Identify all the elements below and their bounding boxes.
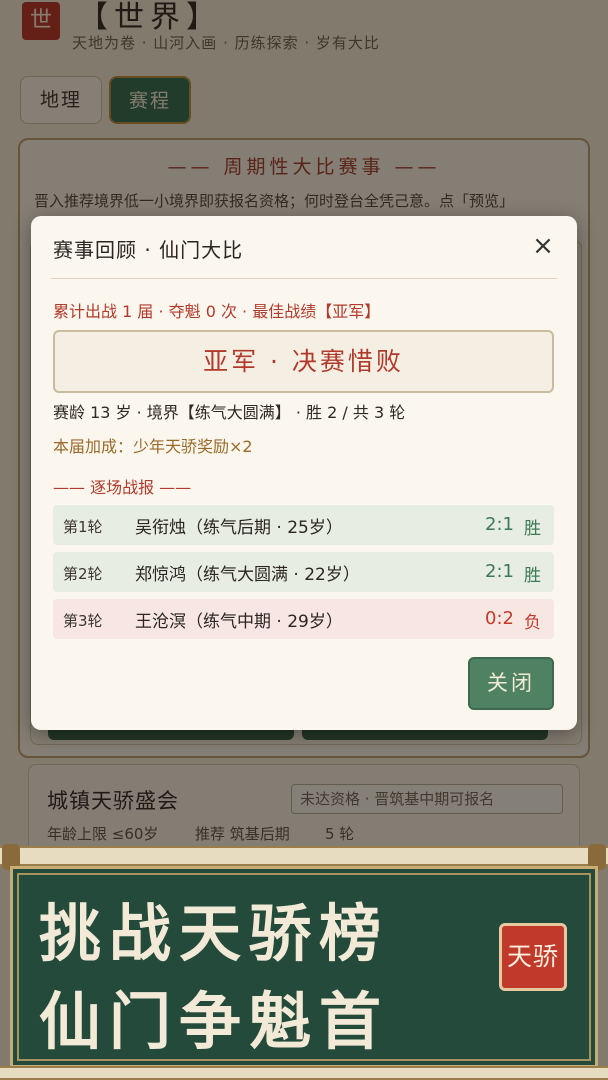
scroll-rod-top [0, 844, 608, 870]
match-opponent: 王沧溟（练气中期 · 29岁） [135, 612, 343, 632]
match-round: 第2轮 [63, 565, 103, 583]
match-opponent: 吴衔烛（练气后期 · 25岁） [135, 518, 343, 538]
section-title: —— 逐场战报 —— [53, 478, 192, 497]
entry-stats: 赛龄 13 岁 · 境界【练气大圆满】 · 胜 2 / 共 3 轮 [53, 403, 406, 422]
seal-stamp: 天骄 [499, 923, 567, 991]
match-score: 2:1 [485, 514, 514, 535]
review-dialog: 赛事回顾 · 仙门大比 × 累计出战 1 届 · 夺魁 0 次 · 最佳战绩【亚… [31, 216, 577, 730]
match-round: 第1轮 [63, 518, 103, 536]
match-round: 第3轮 [63, 612, 103, 630]
promo-line-2: 仙门争魁首 [39, 985, 390, 1058]
match-row: 第3轮 王沧溟（练气中期 · 29岁） 0:2 负 [53, 599, 554, 639]
world-page: 世 【世界】 天地为卷 · 山河入画 · 历练探索 · 岁有大比 地理 赛程 —… [0, 0, 608, 1080]
close-icon[interactable]: × [529, 232, 557, 260]
divider [51, 278, 557, 279]
close-button[interactable]: 关闭 [468, 657, 554, 710]
bonus-text: 本届加成：少年天骄奖励×2 [53, 437, 253, 456]
scroll-rod-bottom [0, 1066, 608, 1080]
match-row: 第2轮 郑惊鸿（练气大圆满 · 22岁） 2:1 胜 [53, 552, 554, 592]
match-result: 胜 [524, 566, 541, 586]
career-summary: 累计出战 1 届 · 夺魁 0 次 · 最佳战绩【亚军】 [53, 302, 381, 321]
match-result: 负 [524, 613, 541, 633]
dialog-title: 赛事回顾 · 仙门大比 [53, 238, 244, 262]
match-score: 2:1 [485, 561, 514, 582]
result-banner: 亚军 · 决赛惜败 [53, 330, 554, 393]
promo-banner: 挑战天骄榜 仙门争魁首 天骄 [10, 866, 598, 1068]
promo-line-1: 挑战天骄榜 [39, 897, 390, 970]
match-result: 胜 [524, 519, 541, 539]
match-score: 0:2 [485, 608, 514, 629]
match-opponent: 郑惊鸿（练气大圆满 · 22岁） [135, 565, 360, 585]
match-row: 第1轮 吴衔烛（练气后期 · 25岁） 2:1 胜 [53, 505, 554, 545]
